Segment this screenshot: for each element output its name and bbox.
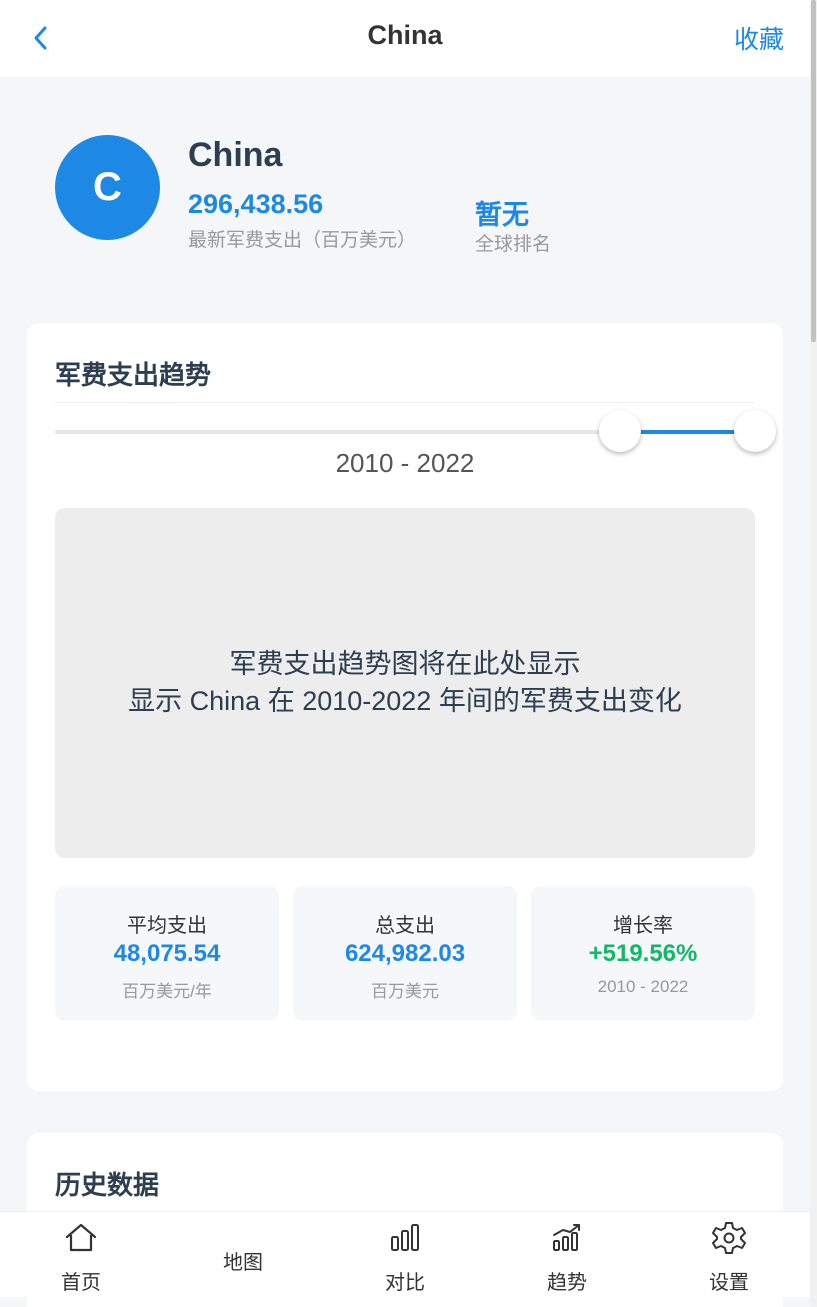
latest-spending-value: 296,438.56 [188,189,324,219]
stat-label: 增长率 [613,915,673,937]
global-rank-label: 全球排名 [475,234,552,255]
stat-total-spending: 总支出 624,982.03 百万美元 [293,886,517,1021]
home-icon [65,1223,97,1252]
stat-label: 平均支出 [127,915,207,937]
slider-end-handle[interactable] [734,410,776,452]
page-title: China [367,20,443,50]
stat-unit: 百万美元 [371,982,439,1001]
bottom-tab-bar: 首页 地图 对比 趋势 设置 [0,1211,810,1297]
tab-label: 设置 [709,1272,749,1294]
tab-home[interactable]: 首页 [0,1212,162,1298]
favorite-button[interactable]: 收藏 [734,20,784,56]
year-range-slider[interactable] [55,410,776,452]
tab-label: 趋势 [547,1272,587,1294]
stat-value: 48,075.54 [113,940,221,967]
year-range-label: 2010 - 2022 [335,448,475,478]
tab-label: 对比 [385,1272,425,1294]
tab-map[interactable]: 地图 [162,1212,324,1298]
tab-trend[interactable]: 趋势 [486,1212,648,1298]
latest-spending-label: 最新军费支出（百万美元） [188,230,417,251]
chart-placeholder-line-2: 显示 China 在 2010-2022 年间的军费支出变化 [128,686,682,716]
tab-compare[interactable]: 对比 [324,1212,486,1298]
stat-average-spending: 平均支出 48,075.54 百万美元/年 [55,886,279,1021]
country-name: China [188,136,283,174]
stat-growth-rate: 增长率 +519.56% 2010 - 2022 [531,886,755,1021]
stat-period: 2010 - 2022 [597,977,689,996]
scrollbar-thumb[interactable] [811,0,816,342]
stat-label: 总支出 [375,915,435,937]
trend-card-title: 军费支出趋势 [55,360,212,390]
trend-chart-icon [553,1224,580,1251]
trend-card: 军费支出趋势 2010 - 2022 军费支出趋势图将在此处显示 显示 Chin… [27,323,783,1091]
trend-chart-placeholder: 军费支出趋势图将在此处显示 显示 China 在 2010-2022 年间的军费… [55,508,755,858]
scrollbar[interactable] [810,0,817,1307]
navigation-bar: China 收藏 [0,0,810,77]
bar-chart-icon [391,1224,419,1251]
tab-label: 地图 [223,1252,263,1274]
slider-start-handle[interactable] [599,410,641,452]
global-rank-value: 暂无 [475,200,529,230]
history-card-title: 历史数据 [55,1170,160,1200]
stat-unit: 百万美元/年 [122,982,212,1001]
tab-settings[interactable]: 设置 [648,1212,810,1298]
country-avatar: C [55,135,160,240]
page: China 收藏 C China 296,438.56 最新军费支出（百万美元）… [0,0,817,1307]
stat-value: 624,982.03 [344,940,466,967]
stat-value: +519.56% [588,940,698,967]
divider [55,402,755,403]
gear-icon [712,1222,746,1254]
chart-placeholder-line-1: 军费支出趋势图将在此处显示 [229,649,581,679]
tab-label: 首页 [61,1272,101,1294]
